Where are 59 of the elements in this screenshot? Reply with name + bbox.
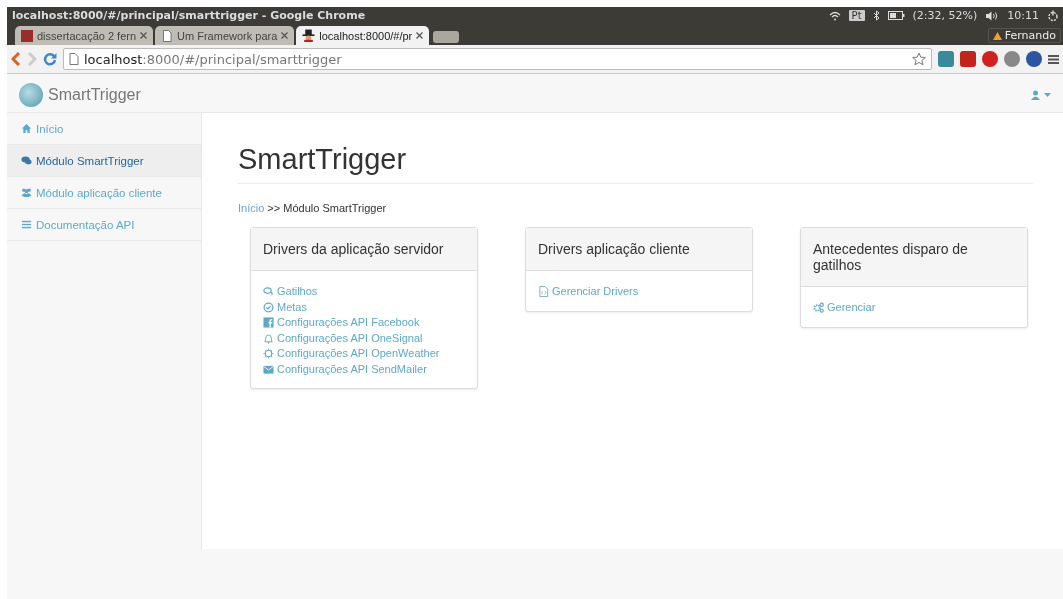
- panel-link[interactable]: Configurações API SendMailer: [277, 361, 427, 377]
- breadcrumb-link[interactable]: Início: [238, 202, 265, 214]
- panel-title: Drivers aplicação cliente: [526, 228, 752, 271]
- bookmark-star-icon[interactable]: [912, 52, 926, 66]
- panel-link[interactable]: Gerenciar Drivers: [552, 284, 639, 300]
- menu-icon: [21, 219, 32, 230]
- breadcrumb-current: >> Módulo SmartTrigger: [267, 202, 387, 214]
- user-indicator[interactable]: Fernando: [987, 28, 1061, 43]
- page-icon: [69, 53, 79, 65]
- panel-title: Antecedentes disparo de gatilhos: [801, 228, 1027, 287]
- battery-text: (2:32, 52%): [912, 9, 978, 22]
- bluetooth-icon[interactable]: [872, 10, 880, 21]
- sidebar-item[interactable]: Módulo aplicação cliente: [7, 177, 201, 209]
- facebook-icon: [263, 317, 274, 329]
- home-icon: [21, 123, 32, 134]
- extension-icon[interactable]: [1026, 51, 1042, 67]
- hat-icon: [302, 29, 316, 42]
- extension-icon[interactable]: [1004, 51, 1020, 67]
- panel-link[interactable]: Gerenciar: [827, 300, 876, 316]
- clock[interactable]: 10:11: [1007, 9, 1039, 22]
- panel-link[interactable]: Configurações API OpenWeather: [277, 346, 440, 362]
- page-icon: [161, 29, 174, 42]
- close-icon[interactable]: [281, 32, 289, 39]
- browser-tab[interactable]: localhost:8000/#/pr: [296, 26, 430, 45]
- browser-tab[interactable]: Um Framework para: [155, 26, 295, 45]
- warning-icon: [992, 31, 1002, 40]
- panel-title: Drivers da aplicação servidor: [251, 228, 477, 271]
- back-icon[interactable]: [11, 52, 21, 66]
- browser-tab[interactable]: dissertacação 2 fern: [15, 26, 154, 45]
- panel-link[interactable]: Configurações API Facebook: [277, 315, 420, 331]
- power-icon[interactable]: [1047, 9, 1059, 22]
- wifi-icon: [828, 10, 841, 21]
- window-title: localhost:8000/#/principal/smarttrigger - Google Chrome: [12, 9, 367, 22]
- bell-icon: [263, 332, 274, 344]
- sidebar-item[interactable]: Módulo SmartTrigger: [7, 145, 201, 177]
- close-icon[interactable]: [416, 32, 424, 39]
- reload-icon[interactable]: [43, 52, 57, 66]
- brand-name[interactable]: SmartTrigger: [48, 86, 141, 104]
- volume-icon[interactable]: [985, 10, 1000, 21]
- panel-link[interactable]: Configurações API OneSignal: [277, 330, 423, 346]
- user-menu-icon[interactable]: [1031, 90, 1051, 100]
- chat-icon: [21, 155, 32, 166]
- menu-icon[interactable]: [1048, 53, 1059, 65]
- envelope-icon: [263, 363, 274, 375]
- close-icon[interactable]: [140, 32, 148, 39]
- sidebar-item[interactable]: Documentação API: [7, 209, 201, 241]
- extension-icon[interactable]: [982, 51, 998, 67]
- sun-icon: [263, 348, 274, 360]
- keyboard-indicator[interactable]: Pt: [848, 10, 865, 21]
- panel-link[interactable]: Gatilhos: [277, 284, 318, 300]
- battery-icon[interactable]: [887, 11, 905, 20]
- logo-icon[interactable]: [19, 83, 43, 107]
- panel-link[interactable]: Metas: [277, 299, 307, 315]
- code-file-icon: [538, 286, 549, 298]
- new-tab-button[interactable]: [433, 31, 460, 43]
- check-circle-icon: [263, 301, 274, 313]
- page-title: SmartTrigger: [238, 143, 1033, 184]
- chat-icon: [263, 286, 274, 298]
- address-bar[interactable]: localhost:8000/#/principal/smarttrigger: [63, 48, 932, 70]
